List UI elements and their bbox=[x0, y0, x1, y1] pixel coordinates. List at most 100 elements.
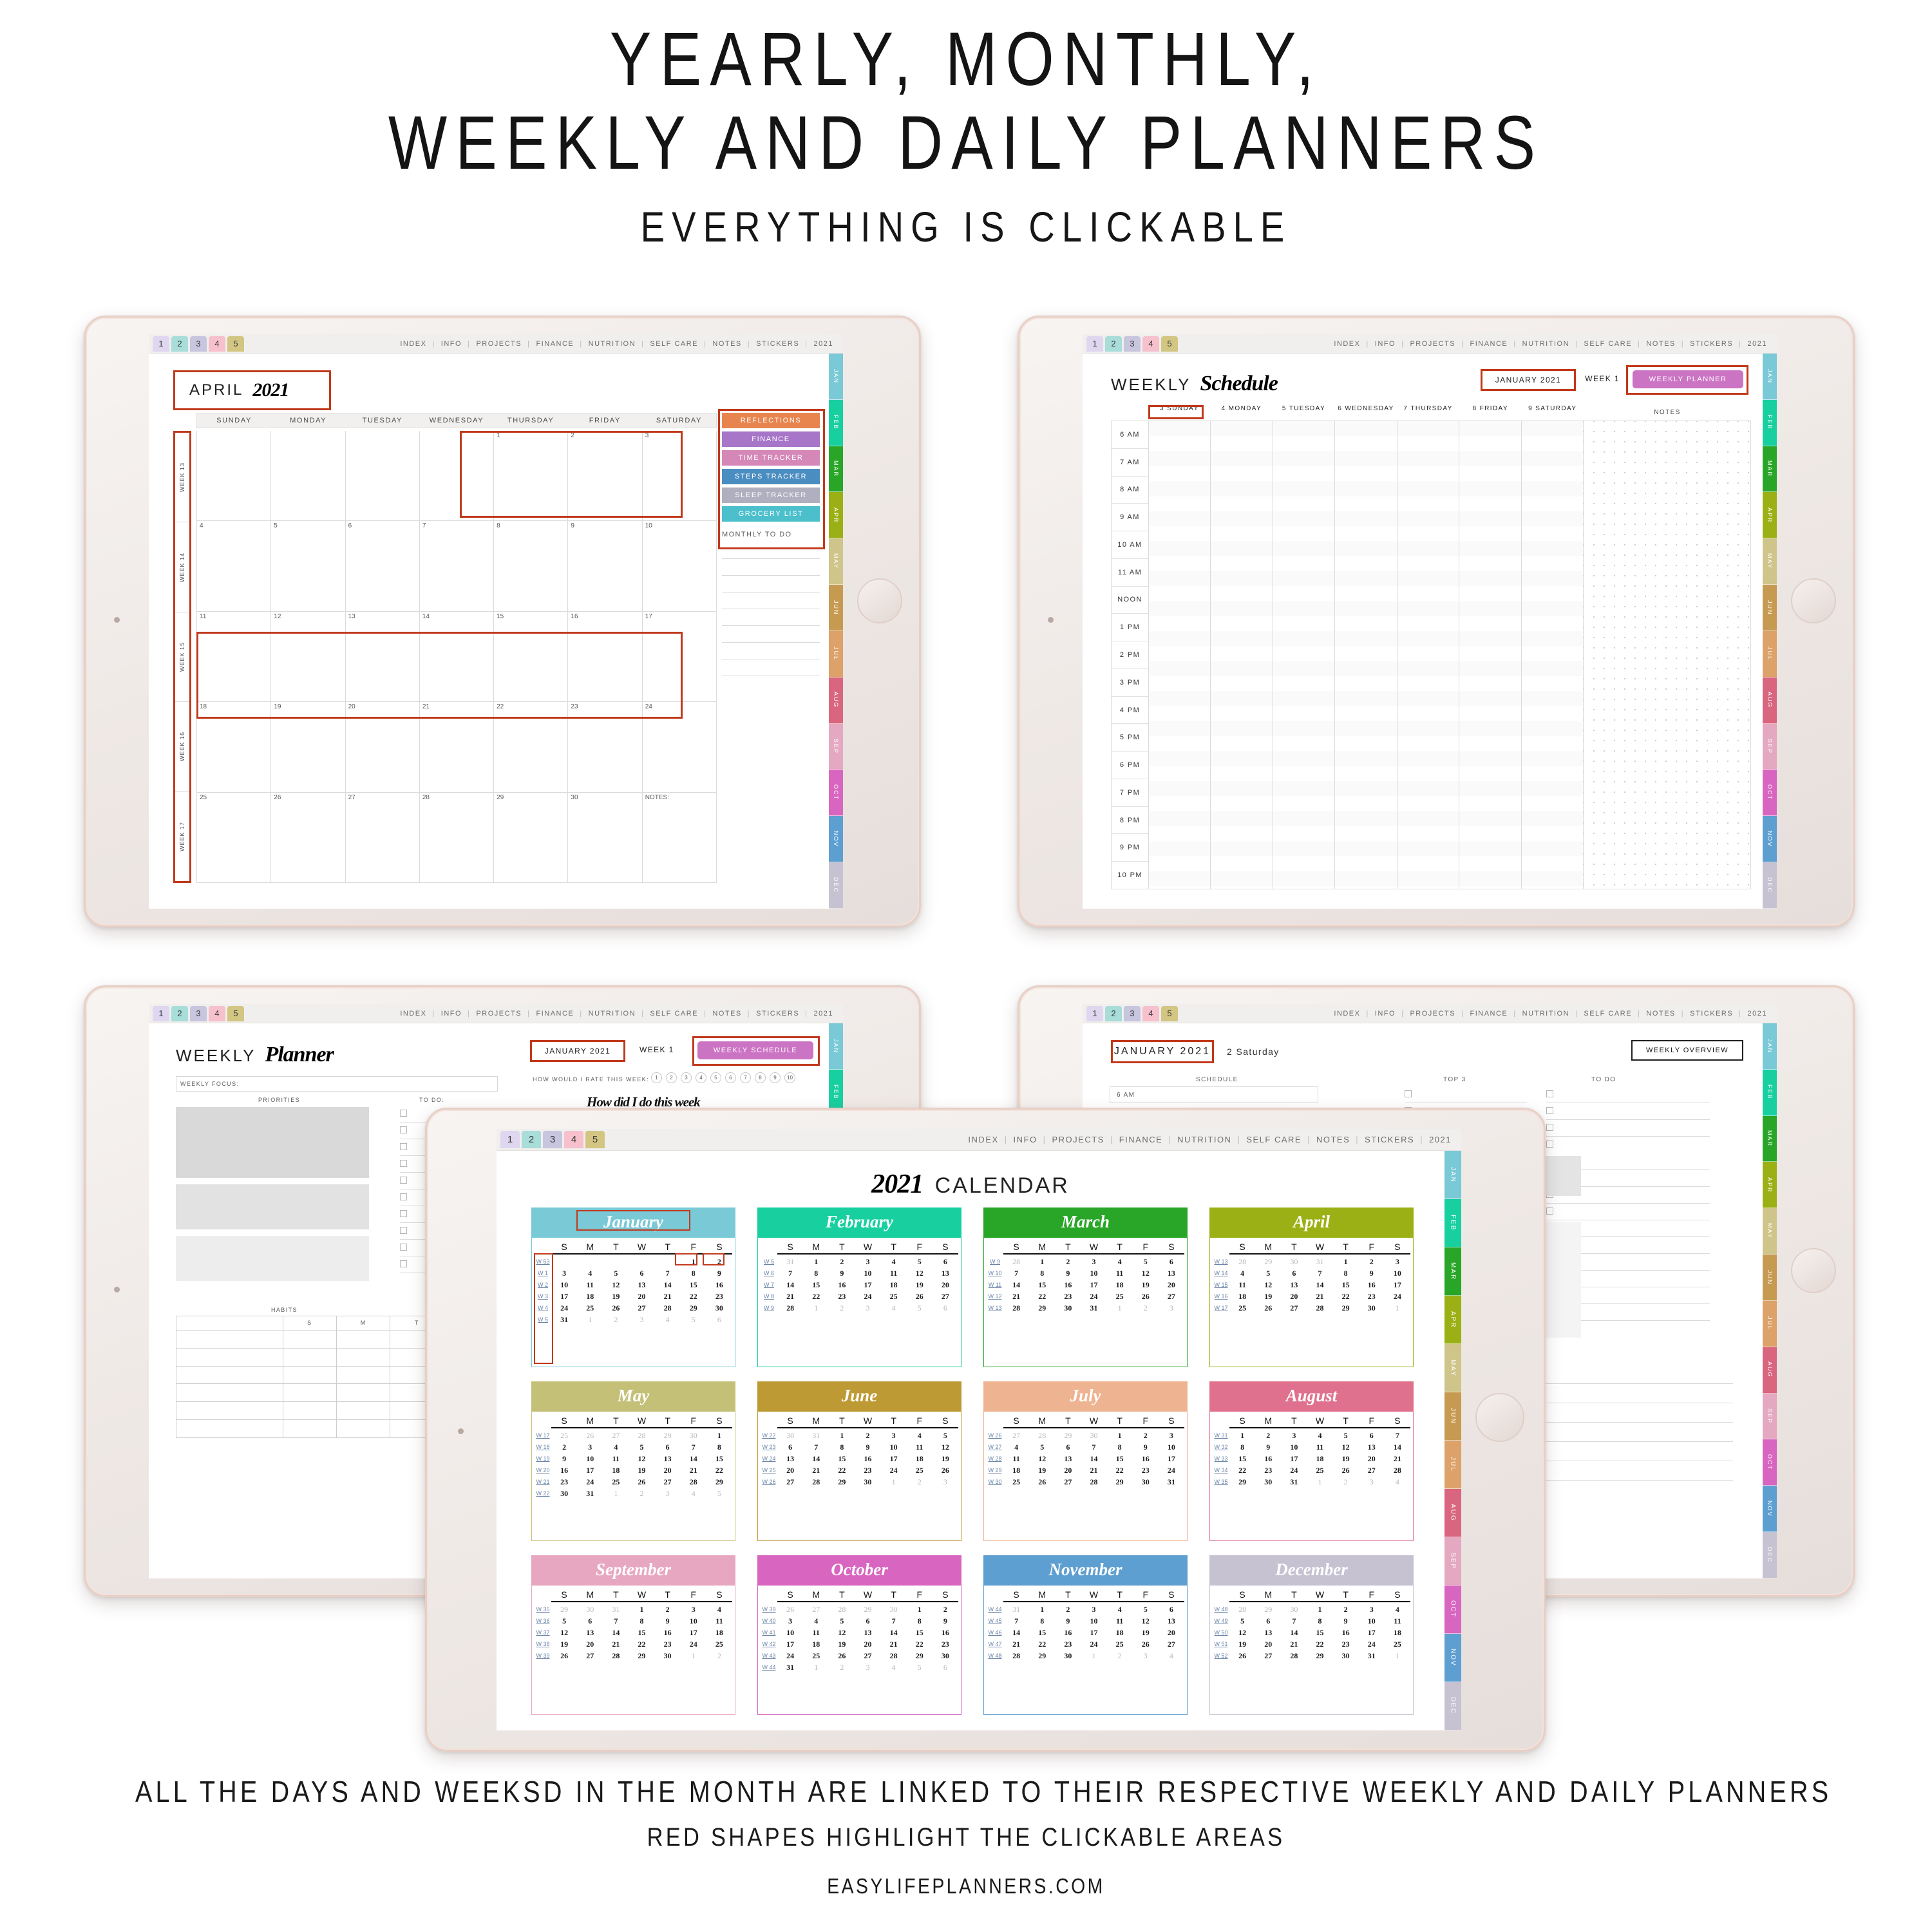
year-week-number[interactable]: W 21 bbox=[535, 1479, 551, 1485]
year-week-number[interactable]: W 44 bbox=[761, 1664, 777, 1671]
year-week-number[interactable]: W 20 bbox=[535, 1467, 551, 1473]
year-day-cell[interactable]: 3 bbox=[777, 1616, 803, 1626]
day-cell[interactable]: 29 bbox=[494, 792, 569, 884]
year-day-cell[interactable]: 28 bbox=[1307, 1303, 1332, 1313]
month-tab-mar[interactable]: MAR bbox=[1444, 1247, 1461, 1296]
year-day-cell[interactable]: 10 bbox=[551, 1280, 577, 1290]
year-week-number[interactable]: W 45 bbox=[987, 1618, 1003, 1624]
year-day-cell[interactable]: 29 bbox=[1029, 1651, 1055, 1661]
year-week-number[interactable]: W 38 bbox=[535, 1641, 551, 1647]
year-month-card-october[interactable]: October S M T W T F S W 39 26 27 28 29 30 1 2 W 40 3 4 5 6 7 8… bbox=[757, 1555, 961, 1715]
year-day-cell[interactable]: 20 bbox=[777, 1466, 803, 1475]
year-day-cell[interactable]: 17 bbox=[551, 1292, 577, 1302]
menu-item-2021[interactable]: 2021 bbox=[808, 340, 839, 348]
rate-option[interactable]: 9 bbox=[770, 1072, 781, 1083]
year-day-cell[interactable]: 24 bbox=[1081, 1292, 1106, 1302]
year-day-cell[interactable]: 25 bbox=[1307, 1466, 1332, 1475]
rate-option[interactable]: 8 bbox=[755, 1072, 766, 1083]
year-day-cell[interactable]: 17 bbox=[855, 1280, 880, 1290]
year-day-cell[interactable]: 13 bbox=[577, 1628, 603, 1638]
day-cell[interactable] bbox=[419, 431, 495, 522]
year-day-cell[interactable]: 30 bbox=[1133, 1477, 1159, 1487]
home-button[interactable] bbox=[857, 578, 902, 623]
year-day-cell[interactable]: 5 bbox=[907, 1257, 933, 1267]
year-day-cell[interactable]: 1 bbox=[1107, 1431, 1133, 1441]
year-week-number[interactable]: W 19 bbox=[535, 1455, 551, 1462]
year-week-number[interactable]: W 25 bbox=[761, 1467, 777, 1473]
month-tab-jul[interactable]: JUL bbox=[1763, 1300, 1777, 1347]
year-day-cell[interactable]: 25 bbox=[706, 1640, 732, 1649]
year-day-cell[interactable]: 26 bbox=[629, 1477, 654, 1487]
day-cell[interactable]: 8 bbox=[494, 521, 569, 612]
day-cell[interactable]: 3 bbox=[642, 431, 717, 522]
number-tab-2[interactable]: 2 bbox=[171, 1005, 188, 1021]
year-day-cell[interactable]: 11 bbox=[603, 1454, 629, 1464]
menu-item-stickers[interactable]: STICKERS bbox=[1684, 340, 1739, 348]
year-month-name[interactable]: January bbox=[532, 1208, 735, 1238]
year-week-number[interactable]: W 37 bbox=[535, 1629, 551, 1636]
year-day-cell[interactable]: 22 bbox=[907, 1640, 933, 1649]
year-day-cell[interactable]: 1 bbox=[629, 1605, 654, 1615]
number-tab-3[interactable]: 3 bbox=[190, 1005, 207, 1021]
year-month-card-august[interactable]: August S M T W T F S W 31 1 2 3 4 5 6 7 W 32 8 9 10 11 12 13 14… bbox=[1209, 1381, 1414, 1541]
year-day-cell[interactable]: 27 bbox=[577, 1651, 603, 1661]
month-tab-oct[interactable]: OCT bbox=[1444, 1586, 1461, 1634]
day-header-sunday[interactable]: 3 SUNDAY bbox=[1148, 405, 1211, 419]
year-day-cell[interactable]: 17 bbox=[881, 1454, 907, 1464]
year-day-cell[interactable]: 6 bbox=[1281, 1269, 1307, 1278]
month-tab-oct[interactable]: OCT bbox=[1763, 1439, 1777, 1486]
year-day-cell[interactable]: 22 bbox=[629, 1640, 654, 1649]
year-day-cell[interactable]: 18 bbox=[1229, 1292, 1255, 1302]
menu-item-self-care[interactable]: SELF CARE bbox=[644, 340, 704, 348]
year-day-cell[interactable]: 21 bbox=[1081, 1466, 1106, 1475]
year-day-cell[interactable]: 17 bbox=[777, 1640, 803, 1649]
year-day-cell[interactable]: 9 bbox=[829, 1269, 855, 1278]
year-day-cell[interactable]: 2 bbox=[655, 1605, 681, 1615]
year-day-cell[interactable]: 2 bbox=[829, 1257, 855, 1267]
year-day-cell[interactable]: 15 bbox=[1029, 1280, 1055, 1290]
year-day-cell[interactable]: 31 bbox=[1281, 1477, 1307, 1487]
year-day-cell[interactable]: 21 bbox=[1281, 1640, 1307, 1649]
year-day-cell[interactable]: 16 bbox=[933, 1628, 958, 1638]
month-tab-feb[interactable]: FEB bbox=[1763, 399, 1777, 446]
year-day-cell[interactable]: 8 bbox=[629, 1616, 654, 1626]
year-day-cell[interactable]: 17 bbox=[1385, 1280, 1410, 1290]
year-day-cell[interactable]: 3 bbox=[1281, 1431, 1307, 1441]
month-tab-jul[interactable]: JUL bbox=[829, 630, 843, 677]
year-day-cell[interactable]: 22 bbox=[681, 1292, 706, 1302]
year-day-cell[interactable]: 18 bbox=[1003, 1466, 1029, 1475]
year-week-number[interactable]: W 17 bbox=[535, 1432, 551, 1439]
rate-option[interactable]: 10 bbox=[784, 1072, 795, 1083]
year-day-cell[interactable]: 22 bbox=[1029, 1292, 1055, 1302]
year-day-cell[interactable]: 23 bbox=[1133, 1466, 1159, 1475]
year-week-number[interactable]: W 43 bbox=[761, 1653, 777, 1659]
year-week-number[interactable]: W 51 bbox=[1213, 1641, 1229, 1647]
year-day-cell[interactable]: 31 bbox=[1081, 1303, 1106, 1313]
year-day-cell[interactable]: 6 bbox=[1159, 1605, 1184, 1615]
year-day-cell[interactable]: 27 bbox=[1159, 1292, 1184, 1302]
day-cell[interactable]: 16 bbox=[568, 611, 643, 703]
year-week-number[interactable]: W 29 bbox=[987, 1467, 1003, 1473]
month-tab-jan[interactable]: JAN bbox=[829, 354, 843, 400]
year-day-cell[interactable]: 23 bbox=[855, 1466, 880, 1475]
year-day-cell[interactable]: 9 bbox=[933, 1616, 958, 1626]
year-day-cell[interactable]: 19 bbox=[1333, 1454, 1359, 1464]
monthly-title-box[interactable]: APRIL 2021 bbox=[173, 370, 331, 410]
year-day-cell[interactable]: 4 bbox=[706, 1605, 732, 1615]
year-week-number[interactable]: W 36 bbox=[535, 1618, 551, 1624]
menu-item-finance[interactable]: FINANCE bbox=[1464, 1010, 1513, 1018]
year-day-cell[interactable]: 15 bbox=[1333, 1280, 1359, 1290]
year-day-cell[interactable]: 27 bbox=[655, 1477, 681, 1487]
year-day-cell[interactable]: 14 bbox=[1003, 1280, 1029, 1290]
year-day-cell[interactable]: 24 bbox=[881, 1466, 907, 1475]
year-day-cell[interactable]: 27 bbox=[629, 1303, 654, 1313]
side-button-reflections[interactable]: REFLECTIONS bbox=[722, 413, 820, 428]
year-day-cell[interactable]: 12 bbox=[629, 1454, 654, 1464]
rate-option[interactable]: 7 bbox=[740, 1072, 751, 1083]
number-tab-4[interactable]: 4 bbox=[209, 1005, 225, 1021]
number-tab-1[interactable]: 1 bbox=[500, 1131, 520, 1148]
year-day-cell[interactable]: 26 bbox=[551, 1651, 577, 1661]
year-day-cell[interactable]: 10 bbox=[681, 1616, 706, 1626]
year-day-cell[interactable]: 1 bbox=[706, 1431, 732, 1441]
year-day-cell[interactable]: 17 bbox=[681, 1628, 706, 1638]
